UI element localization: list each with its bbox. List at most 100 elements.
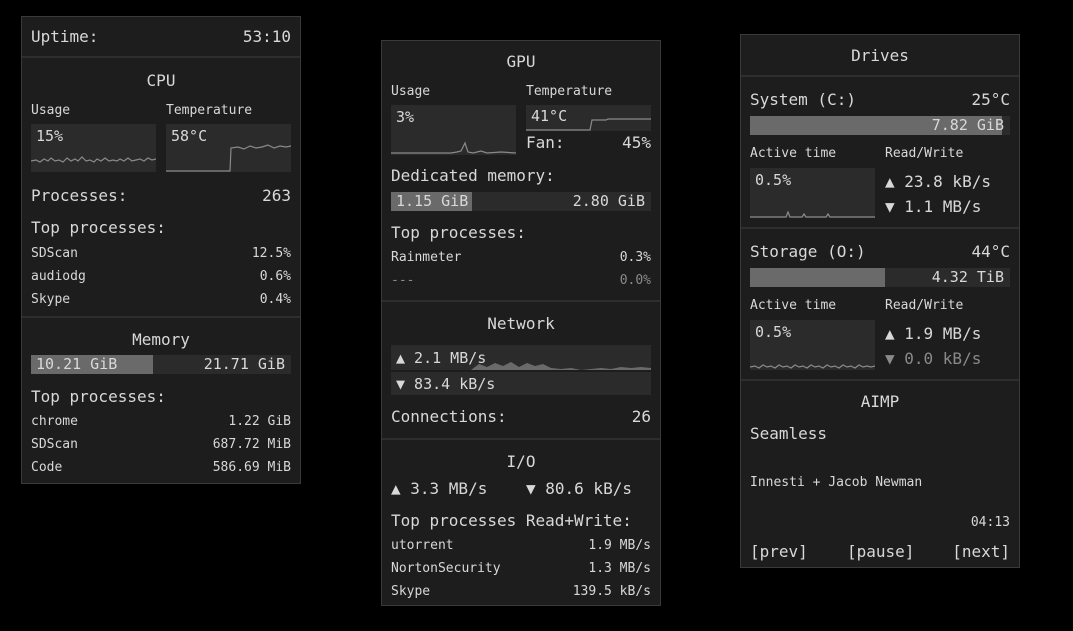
drive-rw-label: Read/Write xyxy=(885,298,964,313)
gpu-top-name: Rainmeter xyxy=(391,250,462,265)
drives-title: Drives xyxy=(851,46,909,65)
io-top-name: Skype xyxy=(391,584,431,599)
io-title: I/O xyxy=(506,452,536,471)
gpu-temp-label: Temperature xyxy=(526,84,613,99)
memory-top-name: chrome xyxy=(31,414,78,429)
cpu-top-name: SDScan xyxy=(31,246,78,261)
network-divider xyxy=(391,370,651,372)
uptime-value: 53:10 xyxy=(242,27,291,46)
drive-free: 4.32 TiB xyxy=(931,268,1004,286)
gpu-fan-value: 45% xyxy=(622,133,651,152)
drive-active-graph: 0.5% xyxy=(750,168,875,218)
aimp-time: 04:13 xyxy=(970,515,1010,530)
drive-read: ▲ 1.9 MB/s xyxy=(885,324,982,343)
gpu-dedicated-used: 1.15 GiB xyxy=(396,192,469,210)
gpu-usage-line xyxy=(391,141,516,154)
cpu-temp-label: Temperature xyxy=(166,103,253,118)
gpu-dedicated-label: Dedicated memory: xyxy=(391,166,555,185)
cpu-memory-panel: Uptime: 53:10 CPU Usage Temperature 15% … xyxy=(21,16,301,484)
io-top-value: 1.9 MB/s xyxy=(588,538,651,553)
drive-bar-fill xyxy=(750,268,886,287)
aimp-track: Seamless xyxy=(750,424,828,443)
drive-name: System (C:) xyxy=(750,90,856,109)
drive-write: ▼ 0.0 kB/s xyxy=(885,349,982,368)
uptime-label: Uptime: xyxy=(31,27,99,46)
gpu-top-value: 0.3% xyxy=(619,250,651,265)
uptime-section: Uptime: 53:10 xyxy=(22,17,300,58)
cpu-temp-line xyxy=(166,144,291,172)
drive-o-section: Storage (O:) 44°C 4.32 TiB Active time R… xyxy=(741,229,1019,381)
cpu-top-name: audiodg xyxy=(31,269,86,284)
io-read: ▲ 3.3 MB/s xyxy=(391,479,488,498)
aimp-title: AIMP xyxy=(860,392,900,411)
aimp-pause-button[interactable]: [pause] xyxy=(847,542,914,561)
io-top-name: NortonSecurity xyxy=(391,561,501,576)
cpu-top-value: 0.6% xyxy=(259,269,291,284)
cpu-top-value: 12.5% xyxy=(251,246,291,261)
cpu-top-label: Top processes: xyxy=(31,218,166,237)
gpu-fan-label: Fan: xyxy=(526,133,565,152)
drive-write: ▼ 1.1 MB/s xyxy=(885,197,982,216)
drive-active-line xyxy=(750,210,875,218)
gpu-top-label: Top processes: xyxy=(391,223,526,242)
cpu-title: CPU xyxy=(146,71,176,90)
network-download: ▼ 83.4 kB/s xyxy=(396,375,496,393)
memory-top-value: 1.22 GiB xyxy=(228,414,291,429)
drive-temp: 25°C xyxy=(971,90,1010,109)
memory-top-label: Top processes: xyxy=(31,387,166,406)
drive-active-label: Active time xyxy=(750,146,837,161)
memory-top-name: SDScan xyxy=(31,437,78,452)
cpu-usage-label: Usage xyxy=(31,103,71,118)
drive-name: Storage (O:) xyxy=(750,242,866,261)
cpu-top-name: Skype xyxy=(31,292,71,307)
gpu-dedicated-total: 2.80 GiB xyxy=(572,192,645,210)
gpu-top-name: --- xyxy=(391,273,415,288)
gpu-top-value: 0.0% xyxy=(619,273,651,288)
gpu-network-io-panel: GPU Usage Temperature 3% 41°C Fan: 45% D… xyxy=(381,40,661,606)
network-upload: ▲ 2.1 MB/s xyxy=(396,349,487,367)
aimp-section: AIMP Seamless Innesti + Jacob Newman 04:… xyxy=(741,381,1019,571)
cpu-usage-line xyxy=(31,156,156,163)
aimp-next-button[interactable]: [next] xyxy=(952,542,1010,561)
cpu-section: CPU Usage Temperature 15% 58°C Processes… xyxy=(22,58,300,318)
drive-temp: 44°C xyxy=(971,242,1010,261)
gpu-temp-value: 41°C xyxy=(531,107,568,125)
io-write: ▼ 80.6 kB/s xyxy=(526,479,632,498)
aimp-artist: Innesti + Jacob Newman xyxy=(750,475,923,490)
io-top-value: 139.5 kB/s xyxy=(572,584,651,599)
memory-bar: 10.21 GiB 21.71 GiB xyxy=(31,355,291,374)
memory-total: 21.71 GiB xyxy=(203,355,285,373)
cpu-processes-label: Processes: xyxy=(31,186,128,205)
cpu-top-value: 0.4% xyxy=(259,292,291,307)
drive-active-graph: 0.5% xyxy=(750,320,875,370)
cpu-temp-graph: 58°C xyxy=(166,124,291,172)
drive-bar: 7.82 GiB xyxy=(750,116,1010,135)
gpu-dedicated-bar: 1.15 GiB 2.80 GiB xyxy=(391,192,651,211)
gpu-usage-value: 3% xyxy=(396,108,415,126)
memory-top-value: 687.72 MiB xyxy=(212,437,291,452)
drive-c-section: System (C:) 25°C 7.82 GiB Active time Re… xyxy=(741,77,1019,229)
network-connections-value: 26 xyxy=(631,407,651,426)
drives-aimp-panel: Drives System (C:) 25°C 7.82 GiB Active … xyxy=(740,34,1020,568)
drive-free: 7.82 GiB xyxy=(931,116,1004,134)
drive-read: ▲ 23.8 kB/s xyxy=(885,172,991,191)
io-top-label: Top processes Read+Write: xyxy=(391,511,632,530)
io-top-value: 1.3 MB/s xyxy=(588,561,651,576)
gpu-temp-graph: 41°C xyxy=(526,105,651,131)
drive-active-line xyxy=(750,364,875,369)
network-upload-area xyxy=(471,362,651,370)
network-title: Network xyxy=(487,314,555,333)
io-top-name: utorrent xyxy=(391,538,454,553)
aimp-prev-button[interactable]: [prev] xyxy=(750,542,808,561)
network-connections-label: Connections: xyxy=(391,407,507,426)
cpu-temp-value: 58°C xyxy=(171,127,208,145)
network-graph: ▲ 2.1 MB/s ▼ 83.4 kB/s xyxy=(391,345,651,395)
gpu-title: GPU xyxy=(506,52,536,71)
memory-top-name: Code xyxy=(31,460,63,475)
memory-title: Memory xyxy=(132,330,190,349)
io-section: I/O ▲ 3.3 MB/s ▼ 80.6 kB/s Top processes… xyxy=(382,440,660,605)
gpu-usage-graph: 3% xyxy=(391,105,516,155)
drives-header: Drives xyxy=(741,35,1019,77)
drive-active-label: Active time xyxy=(750,298,837,313)
memory-used: 10.21 GiB xyxy=(36,355,118,373)
